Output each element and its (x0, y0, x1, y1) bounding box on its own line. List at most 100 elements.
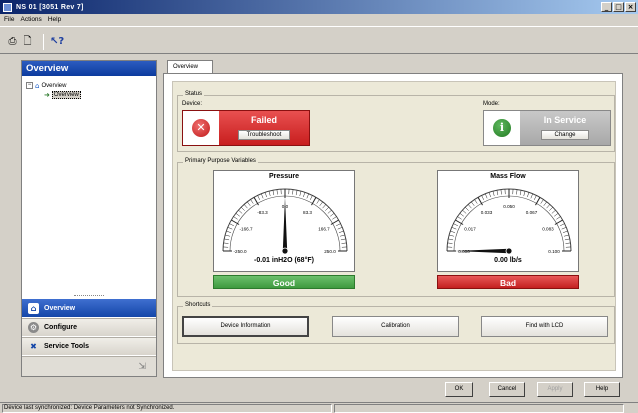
gauge-minor-tick (292, 189, 294, 195)
gauge-tick-label: -250.0 (233, 249, 246, 254)
gauge-tick-label: -83.3 (257, 210, 268, 215)
gauge-minor-tick (322, 204, 327, 209)
cancel-button[interactable]: Cancel (489, 382, 525, 397)
gauge-minor-tick (462, 209, 467, 214)
splitter-grip[interactable] (74, 295, 104, 297)
gauge-minor-tick (471, 201, 475, 206)
minimize-button[interactable]: _ (601, 2, 612, 12)
service-tools-icon: ✖ (30, 342, 37, 351)
ppv-group-label: Primary Purpose Variables (183, 158, 258, 164)
nav-configure-label: Configure (44, 324, 78, 331)
gauge-minor-tick (338, 230, 344, 233)
print-preview-icon[interactable]: 🗋 (21, 35, 34, 48)
menu-help[interactable]: Help (48, 16, 61, 23)
status-bar-pane (334, 404, 624, 413)
tab-overview[interactable]: Overview (167, 60, 213, 74)
gauge-minor-tick (447, 242, 453, 244)
status-bar-text: Device last synchronized: Device Paramet… (2, 404, 332, 413)
gauge-tick-label: 0.050 (503, 204, 515, 209)
device-label: Device: (182, 101, 203, 107)
find-with-lcd-button[interactable]: Find with LCD (481, 316, 608, 337)
nav-overview[interactable]: ⌂ Overview (22, 299, 156, 317)
gauge-minor-tick (261, 193, 264, 199)
gauge-minor-tick (488, 192, 491, 198)
nav-footer: ⇲ (22, 356, 156, 376)
device-information-button[interactable]: Device Information (182, 316, 309, 337)
gauge-minor-tick (450, 230, 456, 233)
pressure-gauge: -250.0-166.7-83.30.083.3166.7250.0 Press… (213, 170, 355, 272)
gauge-minor-tick (227, 227, 233, 230)
gauge-minor-tick (565, 242, 571, 244)
gauge-minor-tick (316, 199, 320, 204)
gauge-minor-tick (327, 209, 332, 214)
mass-flow-quality-badge: Bad (437, 275, 579, 289)
status-group-label: Status (183, 91, 205, 97)
gauge-tick-label: 166.7 (318, 227, 330, 232)
gauge-minor-tick (309, 195, 313, 200)
help-button[interactable]: Help (584, 382, 620, 397)
gauge-minor-tick (340, 238, 346, 241)
gauge-minor-tick (457, 216, 462, 220)
mass-flow-gauge: 0.000 0.017 0.033 0.050 0.067 0.083 0.100 Mass… (437, 170, 579, 272)
title-bar: NS 01 [3051 Rev 7] _ □ × (0, 0, 638, 14)
gauge-minor-tick (325, 206, 330, 211)
nav-overview-label: Overview (44, 304, 76, 312)
gauge-minor-tick (319, 201, 323, 206)
calibration-button[interactable]: Calibration (332, 316, 459, 337)
gauge-hub (281, 247, 289, 255)
gauge-minor-tick (496, 190, 499, 196)
gauge-minor-tick (238, 209, 243, 214)
tree-child[interactable]: ➜ Overview (26, 90, 81, 99)
change-button[interactable]: Change (541, 130, 589, 140)
gauge-minor-tick (272, 190, 275, 196)
print-icon[interactable]: ⎙ (6, 35, 19, 48)
tree-root-label: Overview (41, 82, 67, 89)
tree-root[interactable]: − ⌂ Overview (26, 81, 81, 90)
configure-pane-icon[interactable]: ⇲ (138, 362, 146, 372)
status-bar: Device last synchronized: Device Paramet… (0, 402, 638, 413)
gauge-arc (446, 188, 572, 252)
app-icon (3, 2, 12, 12)
gauge-minor-tick (330, 213, 335, 217)
gauge-tick-label: 0.083 (542, 227, 554, 232)
gauge-minor-tick (223, 242, 229, 244)
tree-child-label: Overview (51, 90, 81, 99)
shortcuts-group-label: Shortcuts (183, 302, 213, 308)
gauge-minor-tick (229, 223, 234, 227)
maximize-button[interactable]: □ (613, 2, 624, 12)
close-button[interactable]: × (625, 2, 636, 12)
help-pointer-icon[interactable]: ↖? (50, 35, 64, 48)
gauge-minor-tick (549, 206, 554, 211)
tree-view: − ⌂ Overview ➜ Overview (26, 81, 81, 99)
gauge-minor-tick (485, 193, 488, 199)
gauge-minor-tick (268, 191, 271, 197)
gauge-minor-tick (332, 216, 337, 220)
gauge-minor-tick (247, 201, 251, 206)
gauge-minor-tick (527, 192, 530, 198)
menu-actions[interactable]: Actions (20, 16, 41, 23)
troubleshoot-button[interactable]: Troubleshoot (238, 130, 290, 140)
menu-file[interactable]: File (4, 16, 14, 23)
gauge-tick-label: -166.7 (240, 227, 253, 232)
pressure-reading: -0.01 inH2O (68°F) (254, 257, 314, 264)
gauge-minor-tick (448, 238, 454, 241)
gauge-minor-tick (554, 213, 559, 217)
gauge-minor-tick (543, 201, 547, 206)
window-title: NS 01 [3051 Rev 7] (16, 3, 84, 11)
collapse-icon[interactable]: − (26, 82, 33, 89)
gauge-minor-tick (500, 189, 502, 195)
gauge-minor-tick (295, 190, 298, 196)
apply-button[interactable]: Apply (537, 382, 573, 397)
sidebar-header: Overview (22, 61, 156, 76)
app-window: NS 01 [3051 Rev 7] _ □ × File Actions He… (0, 0, 638, 413)
gauge-minor-tick (474, 199, 478, 204)
gauge-minor-tick (530, 193, 533, 199)
mass-flow-reading: 0.00 lb/s (494, 257, 522, 264)
ok-button[interactable]: OK (445, 382, 473, 397)
nav-configure[interactable]: ⚙ Configure (22, 318, 156, 336)
gauge-minor-tick (233, 216, 238, 220)
gauge-minor-tick (546, 204, 551, 209)
gauge-minor-tick (533, 195, 537, 200)
menu-bar: File Actions Help (0, 14, 638, 25)
nav-service-tools[interactable]: ✖ Service Tools (22, 337, 156, 355)
